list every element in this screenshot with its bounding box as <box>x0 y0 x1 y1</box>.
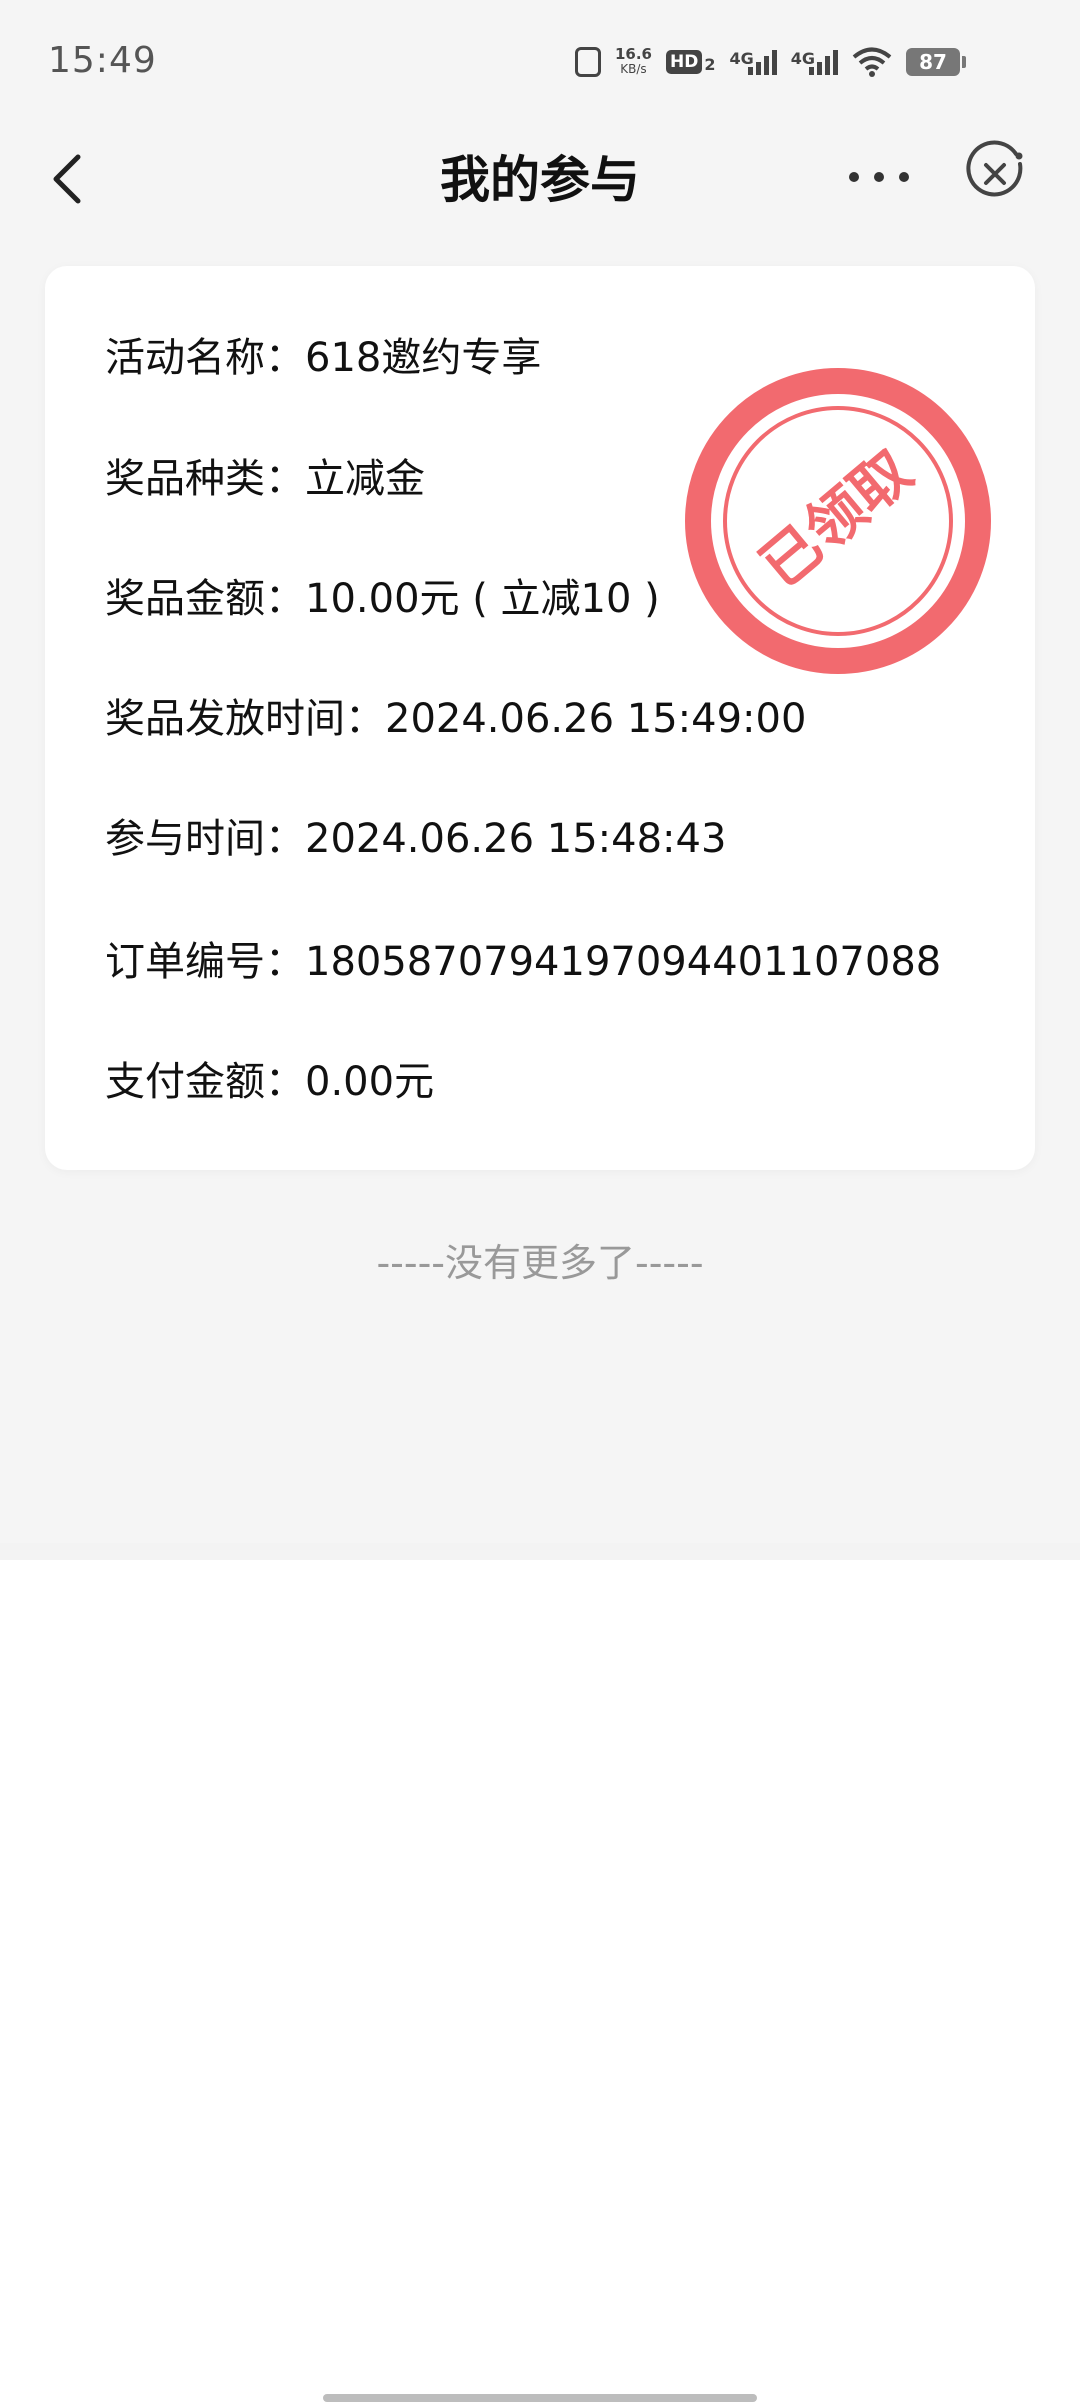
field-label: 奖品金额： <box>105 576 305 622</box>
no-more-indicator: -----没有更多了----- <box>376 1241 704 1285</box>
hd-icon: HD 2 <box>665 50 716 74</box>
network-speed-value: 16.6 <box>614 45 652 63</box>
home-indicator[interactable] <box>323 2394 757 2402</box>
claimed-stamp: 已领取 <box>685 368 991 674</box>
participation-card: 活动名称：618邀约专享 奖品种类：立减金 奖品金额：10.00元 ( 立减10… <box>45 266 1035 1170</box>
field-activity-name: 活动名称：618邀约专享 <box>105 328 541 388</box>
hd-sub: 2 <box>704 55 716 74</box>
nav-bar: 我的参与 <box>0 130 1080 240</box>
more-dots-icon <box>849 172 909 182</box>
stamp-text: 已领取 <box>748 437 925 601</box>
field-value: 10.00元 ( 立减10 ) <box>305 576 660 622</box>
field-label: 奖品发放时间： <box>105 696 385 742</box>
battery-icon: 87 <box>906 48 966 76</box>
field-payment-amount: 支付金额：0.00元 <box>105 1052 434 1112</box>
signal-bars-1 <box>747 49 777 75</box>
vibrate-icon <box>574 47 601 77</box>
status-time: 15:49 <box>48 40 157 81</box>
field-value: 1805870794197094401107088 <box>305 939 942 985</box>
wifi-icon <box>852 47 892 77</box>
field-value: 2024.06.26 15:49:00 <box>385 696 807 742</box>
field-label: 订单编号： <box>105 939 305 985</box>
field-label: 支付金额： <box>105 1059 305 1105</box>
page-title: 我的参与 <box>440 151 640 209</box>
field-order-number: 订单编号：1805870794197094401107088 <box>105 932 941 992</box>
field-join-time: 参与时间：2024.06.26 15:48:43 <box>105 809 726 869</box>
section-divider <box>0 1543 1080 1560</box>
status-bar: 15:49 16.6 KB/s HD 2 4G 4G 87 <box>0 0 1080 130</box>
more-options-button[interactable] <box>840 152 918 202</box>
network-speed-unit: KB/s <box>620 62 647 76</box>
hd-badge: HD <box>665 50 703 74</box>
field-value: 立减金 <box>305 456 425 502</box>
field-label: 参与时间： <box>105 816 305 862</box>
signal-icon-1: 4G <box>729 49 777 75</box>
signal-icon-2: 4G <box>791 49 838 75</box>
field-value: 0.00元 <box>305 1059 435 1105</box>
field-value: 618邀约专享 <box>305 335 542 381</box>
status-icons: 16.6 KB/s HD 2 4G 4G 87 <box>574 42 966 82</box>
close-circle-icon <box>966 140 1023 197</box>
field-issue-time: 奖品发放时间：2024.06.26 15:49:00 <box>105 689 806 749</box>
signal-bars-2 <box>809 49 838 75</box>
network-speed: 16.6 KB/s <box>615 47 652 77</box>
field-prize-amount: 奖品金额：10.00元 ( 立减10 ) <box>105 569 660 629</box>
close-button[interactable] <box>960 140 1030 210</box>
field-value: 2024.06.26 15:48:43 <box>305 816 727 862</box>
field-label: 奖品种类： <box>105 456 305 502</box>
field-prize-type: 奖品种类：立减金 <box>105 449 425 509</box>
field-label: 活动名称： <box>105 335 305 381</box>
blank-area <box>0 1560 1080 2408</box>
